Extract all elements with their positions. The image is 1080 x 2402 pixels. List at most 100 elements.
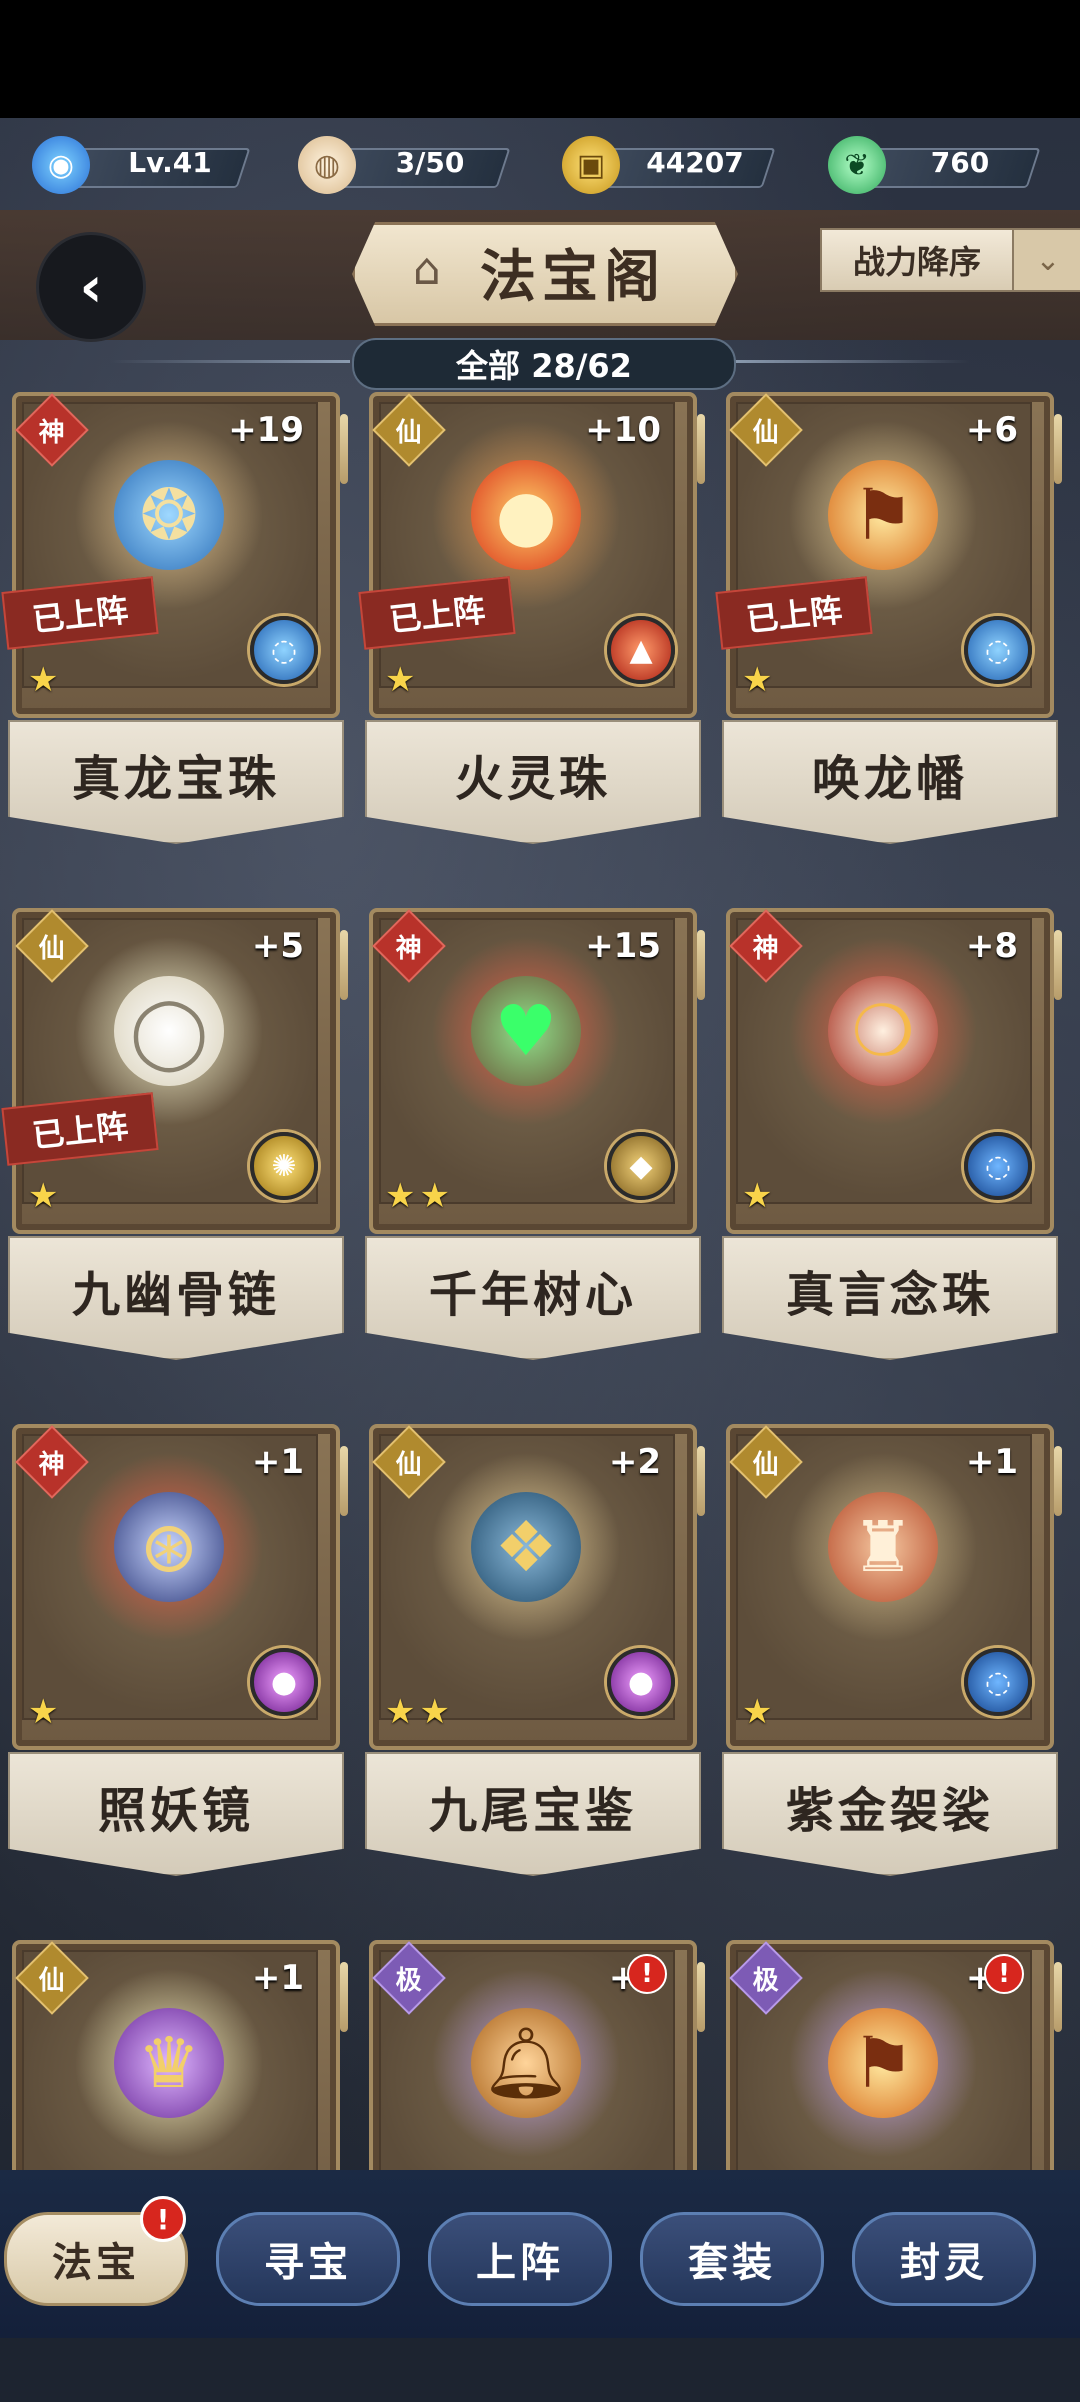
grade-badge: 神 [395,933,423,964]
treasure-name: 九幽骨链 [71,1267,280,1323]
name-plate: 照妖镜 [8,1752,344,1876]
enhance-level: +1 [251,1442,304,1482]
grade-badge: 仙 [38,1965,66,1996]
sort-label: 战力降序 [852,243,981,281]
dark-element-icon: ● [250,1648,318,1716]
treasure-card[interactable]: ❂ 神 +19 已上阵 ◌ ★ 真龙宝珠 [1,384,348,854]
count-label: 全部 28/62 [456,347,632,385]
robe-icon: ♜ [828,1492,938,1602]
water-element-icon: ◌ [964,616,1032,684]
treasure-card[interactable]: ⚑ 仙 +6 已上阵 ◌ ★ 唤龙幡 [715,384,1062,854]
treasure-card[interactable]: ♥ 神 +15 ◆ ★★ 千年树心 [365,900,705,1370]
name-plate: 真言念珠 [722,1236,1058,1360]
prayer-beads-icon: ❍ [828,976,938,1086]
back-arrow-icon: ‹ [79,254,103,320]
grade-badge: 神 [752,933,780,964]
tab-set[interactable]: 套装 [640,2212,824,2306]
treasure-card[interactable]: ◯ 仙 +5 已上阵 ✺ ★ 九幽骨链 [1,900,348,1370]
star-rating: ★ [28,1176,63,1216]
grade-badge: 仙 [752,1449,780,1480]
treasure-card[interactable]: ⊛ 神 +1 ● ★ 照妖镜 [8,1416,348,1886]
name-plate: 火灵珠 [365,720,701,844]
sort-button[interactable]: 战力降序 [820,228,1014,292]
star-rating: ★ [742,1176,777,1216]
dragon-pearl-icon: ❂ [114,460,224,570]
grade-badge: 仙 [395,417,423,448]
enhance-level: +5 [251,926,304,966]
sort-toggle-icon[interactable]: ⌄ [1012,228,1080,292]
treasure-name: 真龙宝珠 [71,751,280,807]
enhance-level: +2 [608,1442,661,1482]
treasure-name: 九尾宝鉴 [428,1783,637,1839]
tab-seal[interactable]: 封灵 [852,2212,1036,2306]
grade-badge: 神 [38,417,66,448]
treasure-name: 火灵珠 [454,751,611,807]
grade-badge: 仙 [38,933,66,964]
bell-icon: 🔔︎ [471,2008,581,2118]
fox-book-icon: ❖ [471,1492,581,1602]
name-plate: 千年树心 [365,1236,701,1360]
back-button[interactable]: ‹ [36,232,146,342]
water-element-icon: ◌ [964,1648,1032,1716]
star-rating: ★★ [385,1176,454,1216]
star-rating: ★ [28,660,63,700]
treasure-card[interactable]: ❖ 仙 +2 ● ★★ 九尾宝鉴 [365,1416,705,1886]
star-rating: ★ [742,660,777,700]
water-element-icon: ◌ [250,616,318,684]
grade-badge: 极 [752,1965,780,1996]
treasure-card[interactable]: ❍ 神 +8 ◌ ★ 真言念珠 [722,900,1062,1370]
name-plate: 唤龙幡 [722,720,1058,844]
name-plate: 九尾宝鉴 [365,1752,701,1876]
treasure-name: 真言念珠 [785,1267,994,1323]
jade-value: 760 [930,146,990,179]
pavilion-icon: ⌂ [413,244,441,295]
grade-badge: 仙 [395,1449,423,1480]
page-title: 法宝阁 [480,245,666,310]
banner-icon: ⚑ [828,2008,938,2118]
name-plate: 紫金袈裟 [722,1752,1058,1876]
tab-alert-badge: ! [140,2196,186,2242]
star-rating: ★ [28,1692,63,1732]
dragon-banner-icon: ⚑ [828,460,938,570]
tree-heart-icon: ♥ [471,976,581,1086]
metal-element-icon: ✺ [250,1132,318,1200]
count-filter[interactable]: 全部 28/62 [352,338,736,390]
enhance-level: +19 [228,410,304,450]
enhance-level: +8 [965,926,1018,966]
name-plate: 真龙宝珠 [8,720,344,844]
divider-right [730,360,970,363]
alert-badge: ! [627,1954,667,1994]
treasure-name: 千年树心 [428,1267,637,1323]
player-level-icon[interactable]: ◉ [32,136,90,194]
star-rating: ★★ [385,1692,454,1732]
treasure-name: 照妖镜 [97,1783,254,1839]
divider-left [110,360,350,363]
enhance-level: +15 [585,926,661,966]
water-element-icon: ◌ [964,1132,1032,1200]
treasure-card[interactable]: ♜ 仙 +1 ◌ ★ 紫金袈裟 [722,1416,1062,1886]
stamina-bun-icon[interactable]: ◍ [298,136,356,194]
name-plate: 九幽骨链 [8,1236,344,1360]
stamina-value: 3/50 [395,146,465,179]
jade-leaf-icon[interactable]: ❦ [828,136,886,194]
demon-mirror-icon: ⊛ [114,1492,224,1602]
enhance-level: +1 [251,1958,304,1998]
alert-badge: ! [984,1954,1024,1994]
grade-badge: 神 [38,1449,66,1480]
treasure-name: 唤龙幡 [811,751,968,807]
coin-icon[interactable]: ▣ [562,136,620,194]
tab-seek[interactable]: 寻宝 [216,2212,400,2306]
star-rating: ★ [742,1692,777,1732]
enhance-level: +6 [965,410,1018,450]
enhance-level: +1 [965,1442,1018,1482]
coin-value: 44207 [646,146,744,179]
star-rating: ★ [385,660,420,700]
treasure-card[interactable]: ● 仙 +10 已上阵 ▲ ★ 火灵珠 [358,384,705,854]
tab-deploy[interactable]: 上阵 [428,2212,612,2306]
status-bar [0,0,1080,118]
fire-element-icon: ▲ [607,616,675,684]
treasure-name: 紫金袈裟 [785,1783,994,1839]
resource-bar: ◉ Lv.41 ◍ 3/50 ▣ 44207 ❦ 760 [0,130,1080,202]
crown-icon: ♛ [114,2008,224,2118]
dark-element-icon: ● [607,1648,675,1716]
